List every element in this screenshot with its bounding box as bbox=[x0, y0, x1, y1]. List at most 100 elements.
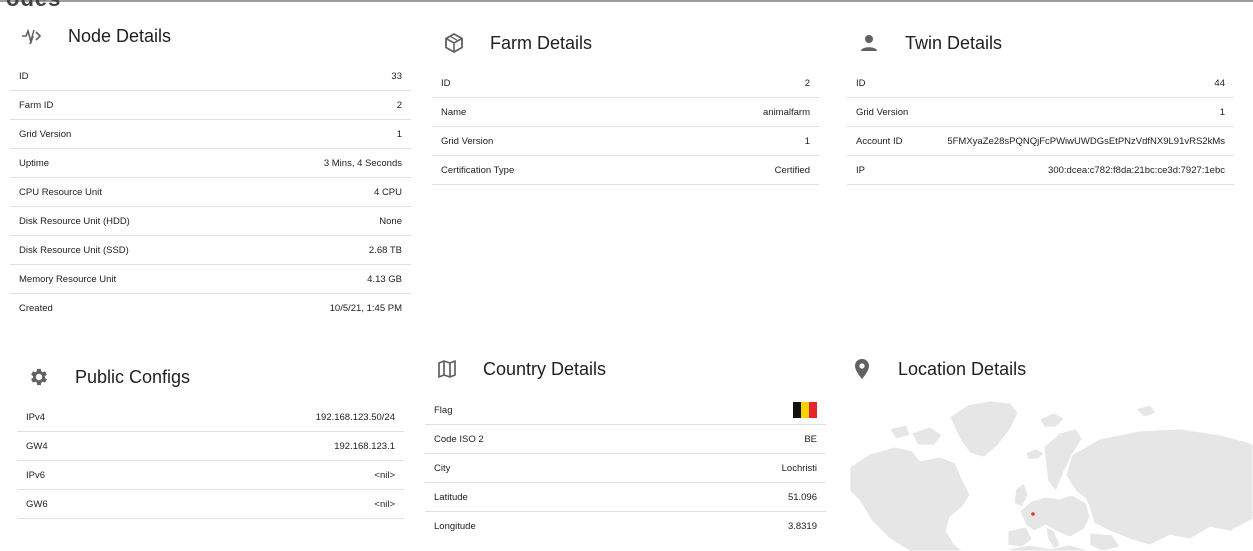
row-value: 1 bbox=[1219, 106, 1225, 118]
table-row: Created 10/5/21, 1:45 PM bbox=[10, 294, 411, 323]
row-label: GW6 bbox=[26, 498, 48, 510]
row-value: None bbox=[379, 215, 402, 227]
twin-details-title: Twin Details bbox=[905, 32, 1003, 53]
row-value: 4 CPU bbox=[374, 186, 402, 198]
row-value: 2.68 TB bbox=[368, 244, 402, 256]
row-label: ID bbox=[856, 77, 866, 89]
row-label: Disk Resource Unit (HDD) bbox=[19, 215, 130, 227]
location-map[interactable] bbox=[850, 399, 1253, 551]
table-row: IPv6 <nil> bbox=[17, 461, 404, 490]
table-row: IP 300:dcea:c782:f8da:21bc:ce3d:7927:1ebc bbox=[847, 156, 1234, 185]
row-label: IPv4 bbox=[26, 411, 46, 423]
row-value: Certified bbox=[774, 164, 810, 176]
row-label: Account ID bbox=[856, 135, 903, 147]
location-details-card: Location Details bbox=[850, 355, 1253, 395]
flag-stripe-red bbox=[809, 402, 817, 418]
table-row: Flag bbox=[425, 396, 826, 425]
row-value: 2 bbox=[804, 77, 810, 89]
row-label: Disk Resource Unit (SSD) bbox=[19, 244, 129, 256]
row-label: Farm ID bbox=[19, 99, 54, 111]
farm-details-header: Farm Details bbox=[442, 31, 592, 55]
table-row: GW4 192.168.123.1 bbox=[17, 432, 404, 461]
flag-stripe-black bbox=[793, 402, 801, 418]
table-row: Name animalfarm bbox=[432, 98, 819, 127]
public-configs-title: Public Configs bbox=[75, 366, 191, 387]
table-row: Certification Type Certified bbox=[432, 156, 819, 185]
twin-details-header: Twin Details bbox=[857, 31, 1002, 55]
node-details-title: Node Details bbox=[68, 25, 172, 46]
row-value: 2 bbox=[396, 99, 402, 111]
node-location-marker[interactable] bbox=[1031, 512, 1035, 516]
row-label: Memory Resource Unit bbox=[19, 273, 117, 285]
row-value: Lochristi bbox=[781, 462, 817, 474]
location-details-title: Location Details bbox=[898, 358, 1027, 379]
table-row: ID 2 bbox=[432, 69, 819, 98]
row-value: <nil> bbox=[374, 498, 395, 510]
table-row: Farm ID 2 bbox=[10, 91, 411, 120]
world-map-graphic bbox=[850, 400, 1253, 551]
top-divider bbox=[0, 0, 1253, 2]
row-label: ID bbox=[441, 77, 451, 89]
cube-icon bbox=[442, 31, 466, 55]
table-row: CPU Resource Unit 4 CPU bbox=[10, 178, 411, 207]
row-value: animalfarm bbox=[763, 106, 810, 118]
page-header-fragment: odes bbox=[6, 0, 61, 12]
farm-details-card: Farm Details ID 2 Name animalfarm Grid Ver… bbox=[432, 29, 819, 189]
location-details-header: Location Details bbox=[850, 357, 1026, 381]
table-row: ID 44 bbox=[847, 69, 1234, 98]
flag-stripe-yellow bbox=[801, 402, 809, 418]
table-row: Code ISO 2 BE bbox=[425, 425, 826, 454]
row-value: 51.096 bbox=[787, 491, 817, 503]
twin-details-table: ID 44 Grid Version 1 Account ID 5FMXyaZe28s… bbox=[847, 69, 1234, 185]
row-label: Name bbox=[441, 106, 467, 118]
table-row: GW6 <nil> bbox=[17, 490, 404, 519]
row-label: City bbox=[434, 462, 451, 474]
public-configs-header: Public Configs bbox=[27, 365, 190, 389]
location-pin-icon bbox=[850, 357, 874, 381]
farm-details-table: ID 2 Name animalfarm Grid Version 1 Certifi… bbox=[432, 69, 819, 185]
row-label: Latitude bbox=[434, 491, 468, 503]
row-label: IPv6 bbox=[26, 469, 46, 481]
table-row: Account ID 5FMXyaZe28sPQNQjFcPWiwUWDGsEtP… bbox=[847, 127, 1234, 156]
person-icon bbox=[857, 31, 881, 55]
row-label: Code ISO 2 bbox=[434, 433, 484, 445]
row-label: ID bbox=[19, 70, 29, 82]
pulse-icon bbox=[20, 24, 44, 48]
public-configs-table: IPv4 192.168.123.50/24 GW4 192.168.123.1 I… bbox=[17, 403, 404, 519]
row-value: 1 bbox=[804, 135, 810, 147]
twin-details-card: Twin Details ID 44 Grid Version 1 Account … bbox=[847, 29, 1234, 189]
row-label: Grid Version bbox=[19, 128, 72, 140]
row-value: 44 bbox=[1214, 77, 1225, 89]
table-row: Grid Version 1 bbox=[432, 127, 819, 156]
table-row: Latitude 51.096 bbox=[425, 483, 826, 512]
row-label: Flag bbox=[434, 404, 453, 416]
row-label: Certification Type bbox=[441, 164, 515, 176]
row-label: IP bbox=[856, 164, 865, 176]
table-row: Grid Version 1 bbox=[847, 98, 1234, 127]
node-details-card: Node Details ID 33 Farm ID 2 Grid Version 1… bbox=[10, 22, 411, 327]
table-row: Disk Resource Unit (SSD) 2.68 TB bbox=[10, 236, 411, 265]
table-row: IPv4 192.168.123.50/24 bbox=[17, 403, 404, 432]
table-row: Grid Version 1 bbox=[10, 120, 411, 149]
row-label: CPU Resource Unit bbox=[19, 186, 102, 198]
map-icon bbox=[435, 357, 459, 381]
row-label: Created bbox=[19, 303, 53, 314]
row-label: Grid Version bbox=[856, 106, 909, 118]
row-value: 1 bbox=[396, 128, 402, 140]
row-value: 300:dcea:c782:f8da:21bc:ce3d:7927:1ebc bbox=[1048, 164, 1225, 176]
row-value: 192.168.123.1 bbox=[334, 440, 395, 452]
row-label: GW4 bbox=[26, 440, 48, 452]
row-value: 5FMXyaZe28sPQNQjFcPWiwUWDGsEtPNzVdfNX9L9… bbox=[947, 135, 1225, 147]
belgium-flag-icon bbox=[793, 402, 817, 418]
row-value: BE bbox=[804, 433, 817, 445]
gear-icon bbox=[27, 365, 51, 389]
table-row: Memory Resource Unit 4.13 GB bbox=[10, 265, 411, 294]
farm-details-title: Farm Details bbox=[490, 32, 593, 53]
table-row: City Lochristi bbox=[425, 454, 826, 483]
row-value: 33 bbox=[391, 70, 402, 82]
table-row: Longitude 3.8319 bbox=[425, 512, 826, 541]
row-label: Uptime bbox=[19, 157, 50, 169]
row-value: 10/5/21, 1:45 PM bbox=[329, 303, 402, 314]
row-value: 3 Mins, 4 Seconds bbox=[323, 157, 402, 169]
country-details-card: Country Details Flag Code ISO 2 BE City Lo… bbox=[425, 355, 826, 551]
